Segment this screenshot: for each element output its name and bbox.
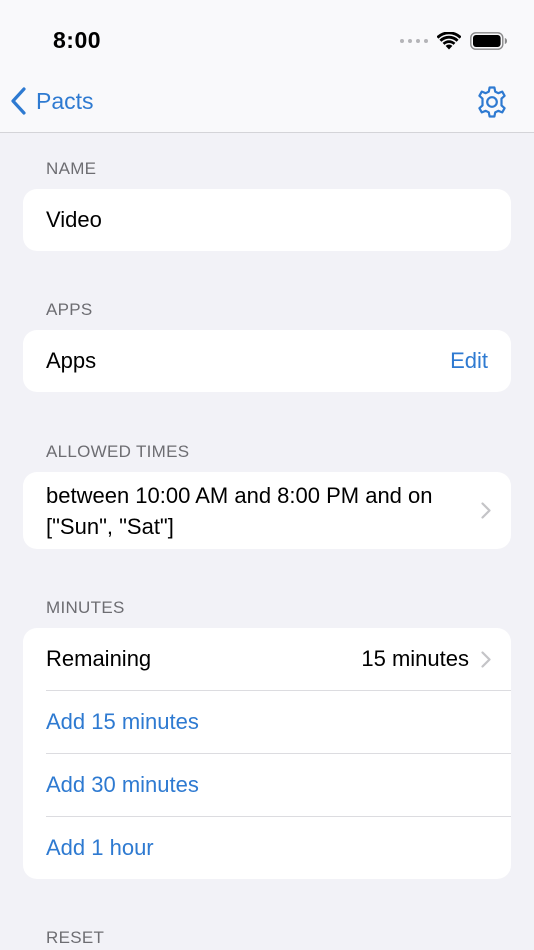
apps-card: Apps Edit <box>23 330 511 392</box>
name-field[interactable]: Video <box>23 189 511 251</box>
add-15-minutes-label: Add 15 minutes <box>46 708 199 734</box>
section-header-allowed-times: ALLOWED TIMES <box>46 442 190 461</box>
section-header-minutes: MINUTES <box>46 598 125 617</box>
status-bar: 8:00 <box>0 0 534 70</box>
remaining-value: 15 minutes <box>361 646 469 671</box>
settings-button[interactable] <box>474 84 510 120</box>
status-icons <box>400 30 508 52</box>
name-card: Video <box>23 189 511 251</box>
name-value: Video <box>46 207 102 232</box>
allowed-times-row[interactable]: between 10:00 AM and 8:00 PM and on ["Su… <box>23 472 511 549</box>
wifi-icon <box>437 32 461 50</box>
remaining-accessory: 15 minutes <box>361 646 491 672</box>
add-30-minutes-button[interactable]: Add 30 minutes <box>23 753 511 816</box>
add-30-minutes-label: Add 30 minutes <box>46 771 199 797</box>
status-time: 8:00 <box>53 27 102 53</box>
add-1-hour-label: Add 1 hour <box>46 834 154 860</box>
section-header-apps: APPS <box>46 300 93 319</box>
section-header-reset: RESET <box>46 928 105 947</box>
add-15-minutes-button[interactable]: Add 15 minutes <box>23 690 511 753</box>
chevron-right-icon <box>481 502 491 519</box>
remaining-row[interactable]: Remaining 15 minutes <box>23 628 511 690</box>
back-button[interactable]: Pacts <box>10 84 94 118</box>
divider <box>46 816 511 817</box>
apps-row: Apps Edit <box>23 330 511 392</box>
section-header-name: NAME <box>46 159 97 178</box>
signal-dots-icon <box>400 39 428 43</box>
gear-icon <box>478 86 506 118</box>
edit-apps-button[interactable]: Edit <box>450 348 488 374</box>
remaining-label: Remaining <box>46 646 152 671</box>
allowed-times-text: between 10:00 AM and 8:00 PM and on ["Su… <box>46 482 433 539</box>
divider <box>46 753 511 754</box>
apps-label: Apps <box>46 348 97 373</box>
allowed-times-accessory <box>481 502 491 519</box>
navigation-bar: Pacts <box>0 70 534 133</box>
divider <box>46 690 511 691</box>
chevron-right-icon <box>481 650 491 668</box>
allowed-times-card: between 10:00 AM and 8:00 PM and on ["Su… <box>23 472 511 549</box>
minutes-card: Remaining 15 minutes Add 15 minutes Add … <box>23 628 511 879</box>
back-button-label: Pacts <box>36 87 94 114</box>
chevron-left-icon <box>11 87 26 115</box>
add-1-hour-button[interactable]: Add 1 hour <box>23 816 511 879</box>
battery-icon <box>470 32 507 50</box>
